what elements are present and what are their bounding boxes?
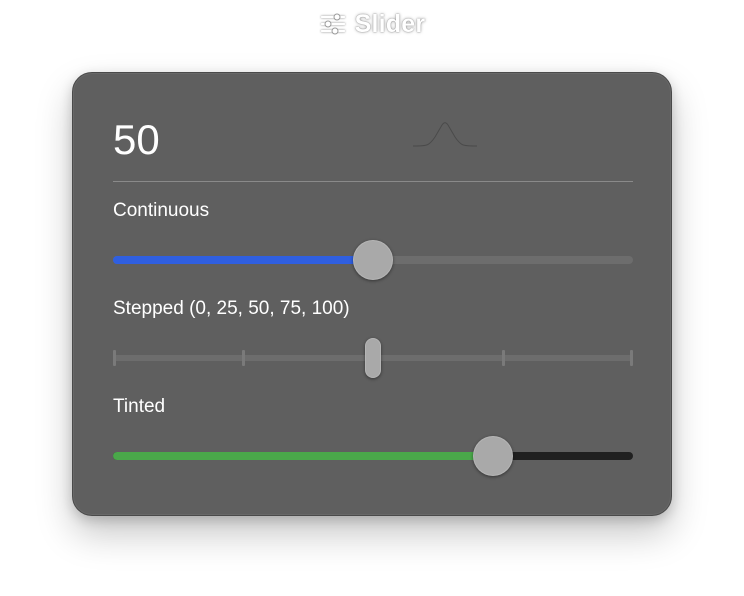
stepped-slider[interactable]: [113, 338, 633, 378]
continuous-fill: [113, 256, 373, 264]
tinted-knob[interactable]: [472, 436, 513, 476]
sliders-icon: [319, 11, 347, 37]
stepped-label: Stepped (0, 25, 50, 75, 100): [113, 298, 350, 319]
separator: [113, 181, 633, 182]
stepped-tick: [501, 350, 505, 366]
stage: Slider 50 Continuous Stepped (0, 25, 50,…: [0, 0, 744, 596]
title-row: Slider: [0, 8, 744, 40]
tinted-label: Tinted: [113, 396, 166, 417]
slider-popover: 50 Continuous Stepped (0, 25, 50, 75, 10…: [72, 72, 672, 516]
stepped-knob[interactable]: [365, 338, 381, 378]
window-title: Slider: [354, 9, 426, 38]
tinted-slider[interactable]: [113, 436, 633, 476]
tinted-fill: [113, 452, 493, 460]
continuous-knob[interactable]: [353, 240, 393, 280]
stepped-tick: [241, 350, 245, 366]
continuous-slider[interactable]: [113, 240, 633, 280]
stepped-tick: [630, 350, 633, 366]
continuous-label: Continuous: [113, 200, 210, 221]
value-display: 50: [113, 116, 160, 163]
stepped-tick: [113, 350, 116, 366]
popover-arrow: [413, 122, 477, 147]
